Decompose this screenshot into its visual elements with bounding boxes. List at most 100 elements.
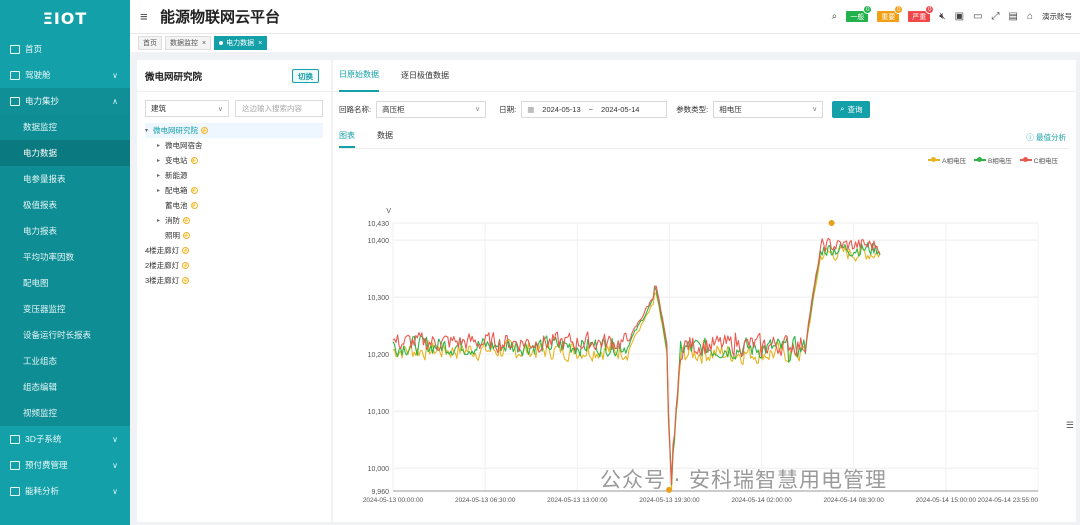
caret-right-icon[interactable]: ▸	[157, 172, 165, 179]
caret-right-icon[interactable]: ▸	[157, 187, 165, 194]
active-dot-icon	[219, 41, 224, 45]
menu-icon	[10, 460, 20, 470]
sidebar-item-b1[interactable]: 预付费管理 ∨	[0, 452, 130, 478]
screen-icon[interactable]: ▣	[955, 11, 964, 22]
tree-node[interactable]: ▾ 微电网研究院 ⚡	[145, 123, 323, 138]
sidebar: ΞIOT 首页 驾驶舱 ∨ 电力集抄 ∧ 数据监控 电力数据 电参量报表 极值报表 电力报表 平均…	[0, 0, 130, 525]
tree-node-label: 2楼走廊灯	[145, 261, 180, 270]
y-axis-unit: V	[386, 208, 391, 215]
sidebar-item-label: 预付费管理	[25, 460, 68, 470]
tab-power-data[interactable]: 电力数据 ×	[214, 36, 268, 50]
x-tick-label: 2024-05-13 00:00:00	[363, 497, 424, 504]
tree-node[interactable]: 蓄电池 ⚡	[145, 198, 323, 213]
y-tick-label: 10,400	[368, 238, 390, 245]
tree-node-label: 蓄电池	[165, 201, 188, 210]
chevron-up-icon: ∧	[112, 96, 118, 106]
x-tick-label: 2024-05-14 15:00:00	[916, 497, 977, 504]
close-icon[interactable]: ×	[202, 40, 206, 47]
menu-icon	[10, 70, 20, 80]
chevron-down-icon: ∨	[112, 460, 118, 470]
switch-button[interactable]: 切换	[292, 69, 319, 83]
tree-node[interactable]: 4楼走廊灯 ⚡	[145, 243, 323, 258]
sidebar-subitem[interactable]: 视频监控	[0, 400, 130, 426]
alert-badge-button[interactable]: 重要 0	[877, 5, 904, 22]
tab-data-monitor[interactable]: 数据监控 ×	[165, 36, 212, 50]
sidebar-item-label: 3D子系统	[25, 434, 62, 444]
fullscreen-icon[interactable]: ⤢	[992, 11, 1000, 22]
tree-node-label: 配电箱	[165, 186, 188, 195]
tree-node[interactable]: ▸ 消防 ⚡	[145, 213, 323, 228]
lightning-icon: ⚡	[201, 127, 208, 134]
tree-node[interactable]: 2楼走廊灯 ⚡	[145, 258, 323, 273]
theme-shirt-icon[interactable]: ⌂	[1027, 11, 1033, 22]
tree-node[interactable]: ▸ 变电站 ⚡	[145, 153, 323, 168]
sidebar-subitem[interactable]: 配电图	[0, 270, 130, 296]
alert-count: 0	[925, 5, 935, 14]
sidebar-subitem[interactable]: 组态编辑	[0, 374, 130, 400]
app-title: 能源物联网云平台	[160, 8, 281, 26]
lightning-icon: ⚡	[182, 262, 190, 269]
lightning-icon: ⚡	[182, 277, 190, 284]
tree-node[interactable]: 3楼走廊灯 ⚡	[145, 273, 323, 288]
user-name[interactable]: 演示账号	[1042, 11, 1072, 22]
sidebar-subitem[interactable]: 电参量报表	[0, 166, 130, 192]
tab-label: 首页	[143, 40, 157, 47]
extreme-marker	[828, 220, 835, 226]
language-icon[interactable]: ▤	[1009, 11, 1018, 22]
sidebar-subitem[interactable]: 设备运行时长报表	[0, 322, 130, 348]
sidebar-subitem[interactable]: 工业组态	[0, 348, 130, 374]
close-icon[interactable]: ×	[258, 40, 262, 47]
sidebar-item-b0[interactable]: 3D子系统 ∨	[0, 426, 130, 452]
mute-icon[interactable]: 🔇︎	[939, 11, 945, 22]
tree-panel: 微电网研究院 切换 建筑 ∨ 这边输入搜索内容 ▾ 微电网研究院 ⚡ ▸ 微电网宿舍 ▸ 变…	[137, 60, 331, 522]
sidebar-subitem[interactable]: 变压器监控	[0, 296, 130, 322]
x-tick-label: 2024-05-14 02:00:00	[731, 497, 792, 504]
chevron-down-icon: ∨	[112, 434, 118, 444]
tree-node-label: 消防	[165, 216, 180, 225]
caret-right-icon[interactable]: ▸	[157, 142, 165, 149]
menu-toggle-icon[interactable]: ≡	[140, 9, 152, 24]
sidebar-subitem[interactable]: 极值报表	[0, 192, 130, 218]
sidebar-subitem[interactable]: 电力报表	[0, 218, 130, 244]
chevron-down-icon: ∨	[112, 70, 118, 80]
sidebar-item-2[interactable]: 电力集抄 ∧	[0, 88, 130, 114]
sidebar-item-1[interactable]: 驾驶舱 ∨	[0, 62, 130, 88]
tree-node-label: 微电网宿舍	[165, 141, 203, 150]
alert-count: 0	[894, 5, 904, 14]
y-tick-label: 10,100	[368, 409, 390, 416]
lightning-icon: ⚡	[183, 232, 190, 239]
caret-right-icon[interactable]: ▸	[157, 157, 165, 164]
tree-search-input[interactable]: 这边输入搜索内容	[235, 100, 323, 117]
menu-icon	[10, 96, 20, 106]
toolbox-icon[interactable]: ☰	[1066, 420, 1074, 431]
y-tick-label: 10,000	[368, 466, 390, 473]
lightning-icon: ⚡	[190, 157, 198, 164]
category-select[interactable]: 建筑 ∨	[145, 100, 229, 117]
monitor-icon[interactable]: ▭	[973, 11, 982, 22]
tree-node[interactable]: 照明 ⚡	[145, 228, 323, 243]
caret-right-icon[interactable]: ▸	[157, 217, 165, 224]
sidebar-subitem[interactable]: 电力数据	[0, 140, 130, 166]
alert-badge-button[interactable]: 一般 0	[846, 5, 873, 22]
sidebar-subitem[interactable]: 平均功率因数	[0, 244, 130, 270]
tree-panel-title: 微电网研究院	[145, 71, 203, 83]
tab-home[interactable]: 首页	[138, 36, 162, 50]
series-line	[392, 245, 881, 492]
alert-badge-button[interactable]: 严重 0	[908, 5, 935, 22]
sidebar-item-0[interactable]: 首页	[0, 36, 130, 62]
alert-label: 严重	[912, 13, 927, 21]
caret-down-icon[interactable]: ▾	[145, 127, 153, 134]
tree-node[interactable]: ▸ 微电网宿舍	[145, 138, 323, 153]
y-tick-label: 10,200	[368, 352, 390, 359]
tree-node[interactable]: ▸ 新能源	[145, 168, 323, 183]
y-tick-label: 9,960	[371, 489, 389, 496]
sidebar-item-b2[interactable]: 能耗分析 ∨	[0, 478, 130, 504]
tree-node-label: 微电网研究院	[153, 126, 198, 135]
lightning-icon: ⚡	[183, 217, 190, 224]
tree-node-label: 新能源	[165, 171, 188, 180]
tree-node[interactable]: ▸ 配电箱 ⚡	[145, 183, 323, 198]
watermark: 公众号 · 安科瑞智慧用电管理	[600, 468, 888, 492]
alert-label: 一般	[850, 13, 865, 21]
sidebar-subitem[interactable]: 数据监控	[0, 114, 130, 140]
search-icon[interactable]: ⌕	[832, 11, 838, 22]
